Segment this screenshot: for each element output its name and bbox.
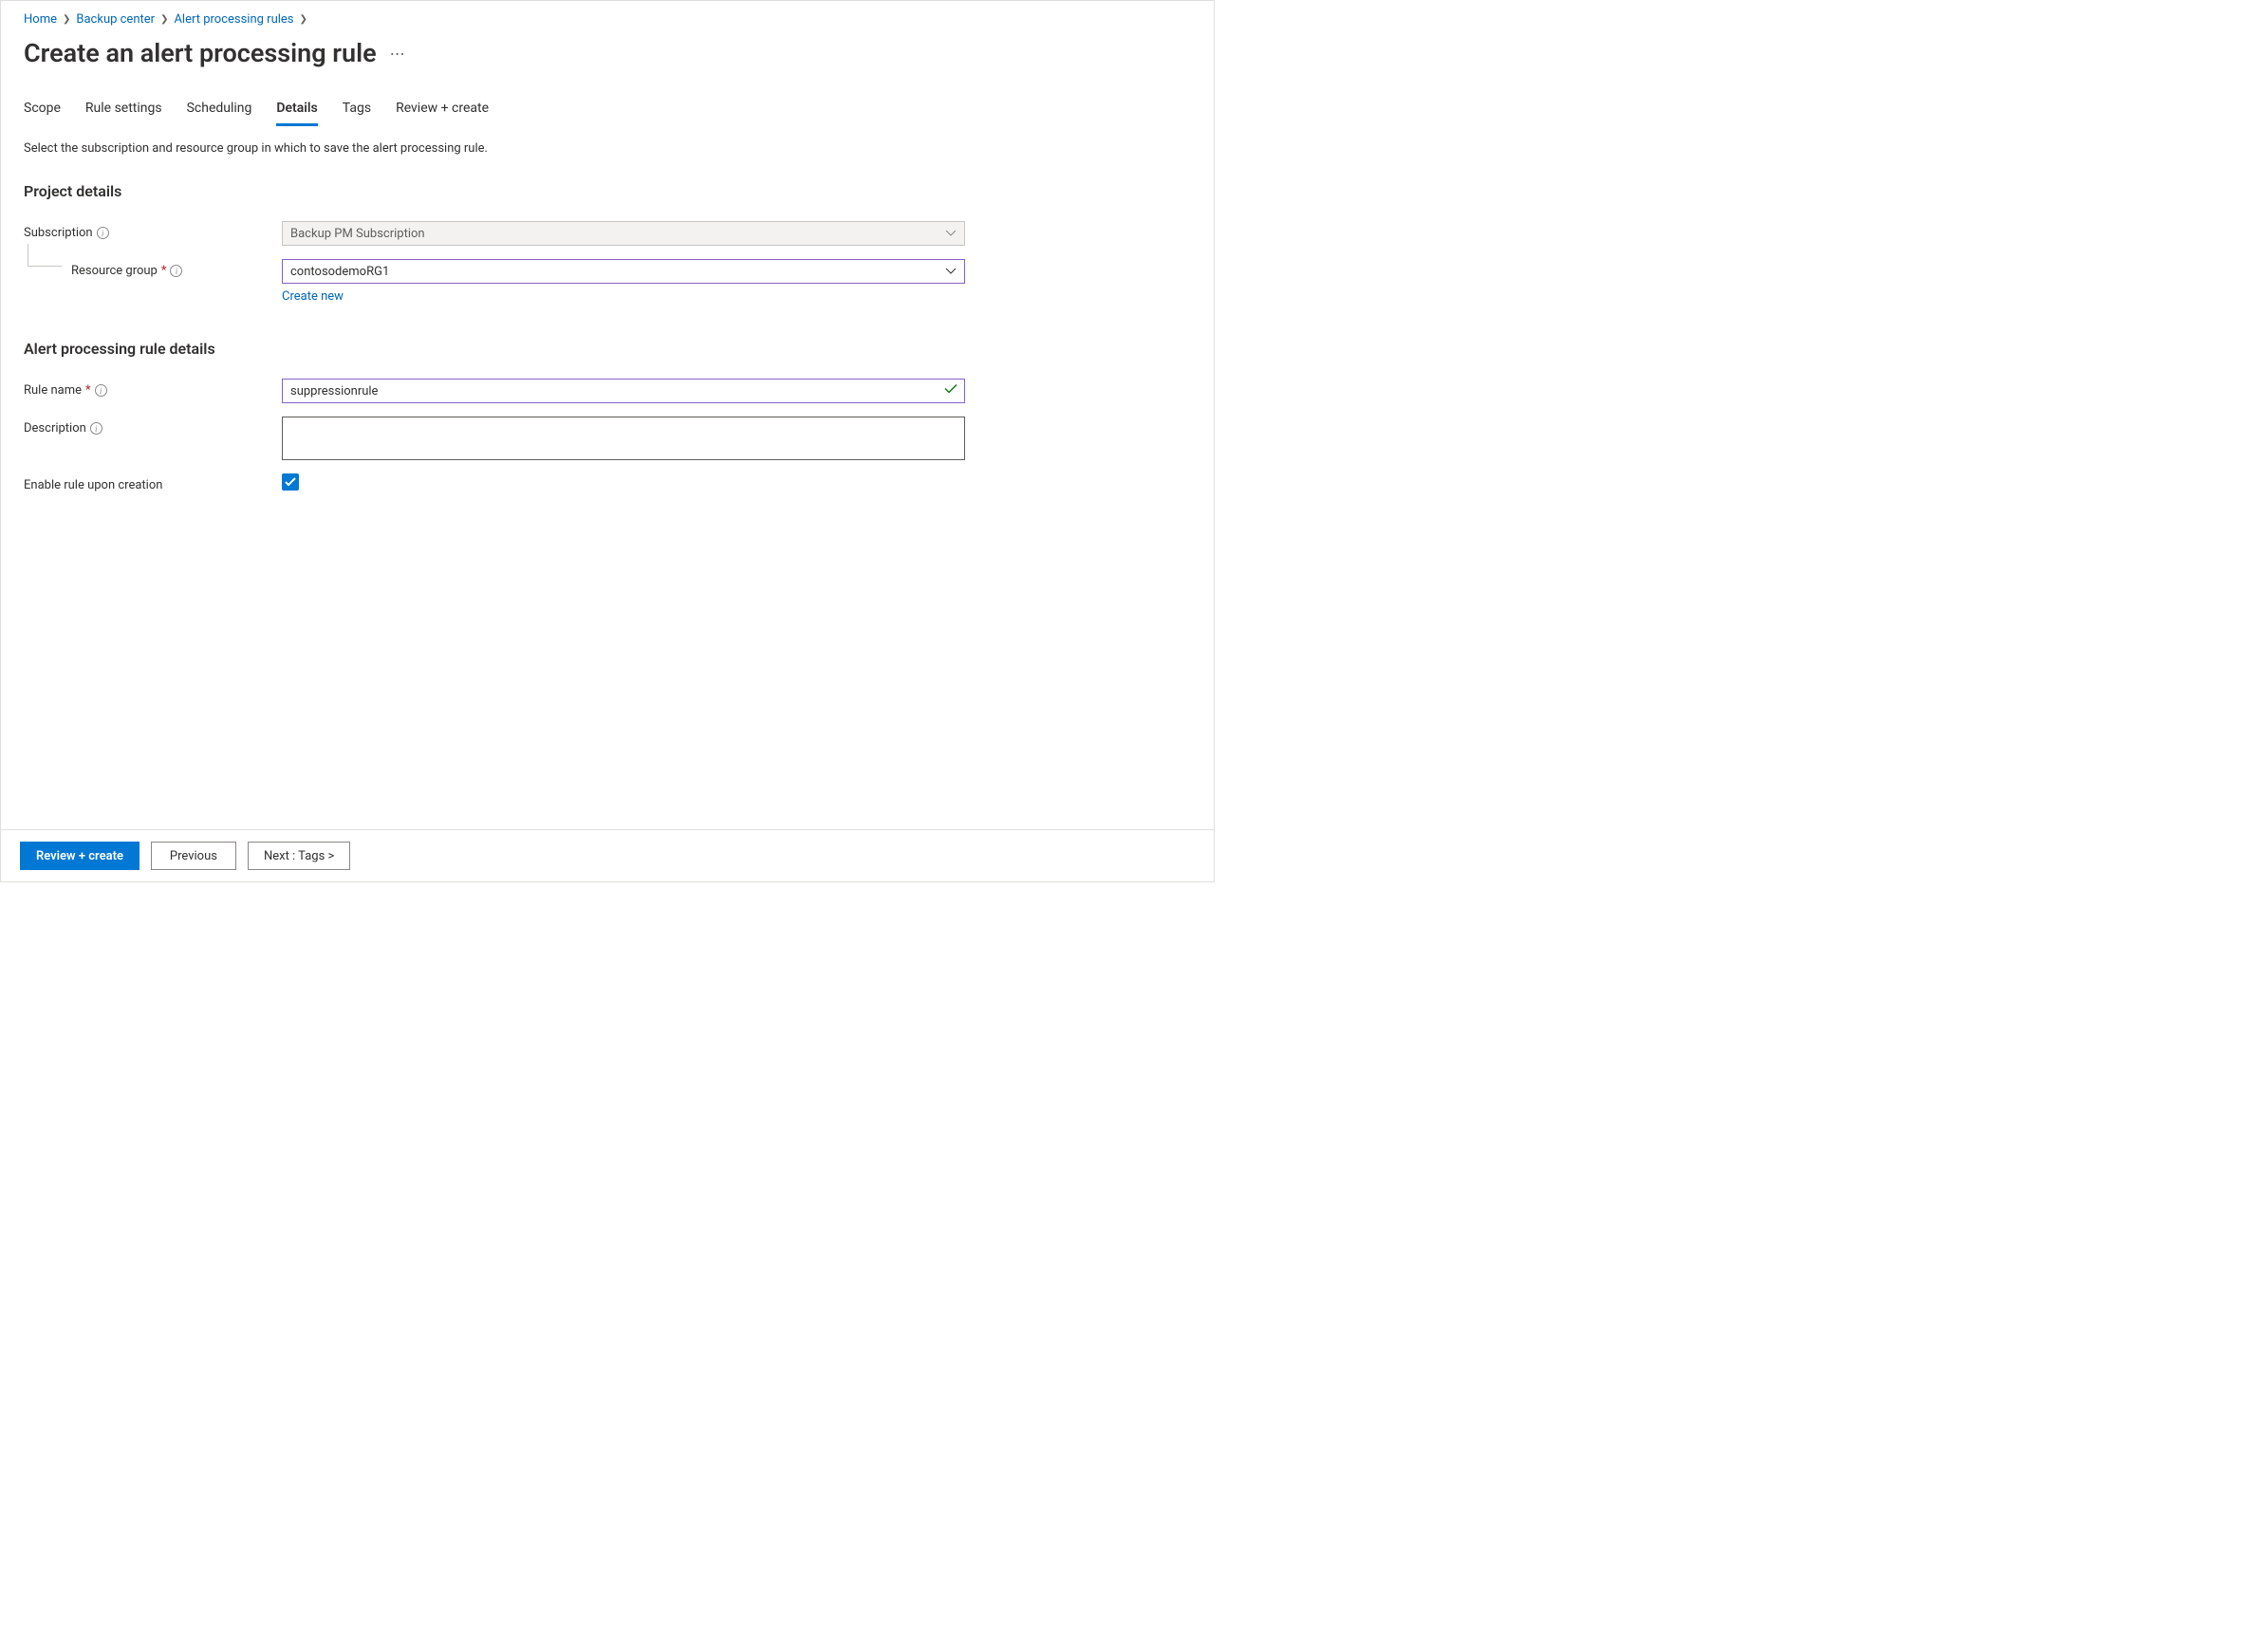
next-button[interactable]: Next : Tags > [248,842,350,870]
info-icon[interactable]: i [170,265,182,277]
breadcrumb: Home ❯ Backup center ❯ Alert processing … [24,10,1191,32]
rule-name-label: Rule name [24,383,82,398]
tab-description: Select the subscription and resource gro… [24,141,1191,156]
tab-strip: Scope Rule settings Scheduling Details T… [24,95,1191,126]
resource-group-value: contosodemoRG1 [290,265,389,279]
subscription-dropdown[interactable]: Backup PM Subscription [282,221,965,246]
rule-name-input[interactable] [282,379,965,403]
more-actions-icon[interactable]: ⋯ [390,45,406,63]
resource-group-dropdown[interactable]: contosodemoRG1 [282,259,965,284]
enable-rule-checkbox[interactable] [282,473,299,491]
checkmark-icon [944,384,957,398]
tab-rule-settings[interactable]: Rule settings [85,95,162,126]
previous-button[interactable]: Previous [151,842,236,870]
breadcrumb-alert-processing-rules[interactable]: Alert processing rules [174,12,293,27]
chevron-down-icon [945,268,957,275]
tab-review-create[interactable]: Review + create [396,95,489,126]
review-create-button[interactable]: Review + create [20,842,139,870]
tab-tags[interactable]: Tags [343,95,371,126]
required-indicator: * [161,264,167,278]
chevron-right-icon: ❯ [300,14,307,25]
description-label: Description [24,421,86,435]
chevron-down-icon [945,230,957,237]
enable-rule-label: Enable rule upon creation [24,478,162,492]
create-new-resource-group-link[interactable]: Create new [282,289,344,304]
page-title: Create an alert processing rule [24,38,377,68]
chevron-right-icon: ❯ [160,14,168,25]
tab-scope[interactable]: Scope [24,95,61,126]
tab-scheduling[interactable]: Scheduling [187,95,252,126]
description-input[interactable] [282,417,965,460]
subscription-value: Backup PM Subscription [290,227,425,241]
section-heading-project-details: Project details [24,182,1191,200]
resource-group-label: Resource group [71,264,158,278]
wizard-footer: Review + create Previous Next : Tags > [1,829,1214,881]
breadcrumb-backup-center[interactable]: Backup center [76,12,155,27]
tab-details[interactable]: Details [276,95,317,126]
subscription-label: Subscription [24,226,93,240]
info-icon[interactable]: i [97,227,109,239]
info-icon[interactable]: i [90,422,102,435]
breadcrumb-home[interactable]: Home [24,12,57,27]
section-heading-rule-details: Alert processing rule details [24,340,1191,358]
chevron-right-icon: ❯ [63,14,70,25]
info-icon[interactable]: i [95,384,107,397]
required-indicator: * [85,383,91,398]
tree-connector-icon [28,244,62,267]
